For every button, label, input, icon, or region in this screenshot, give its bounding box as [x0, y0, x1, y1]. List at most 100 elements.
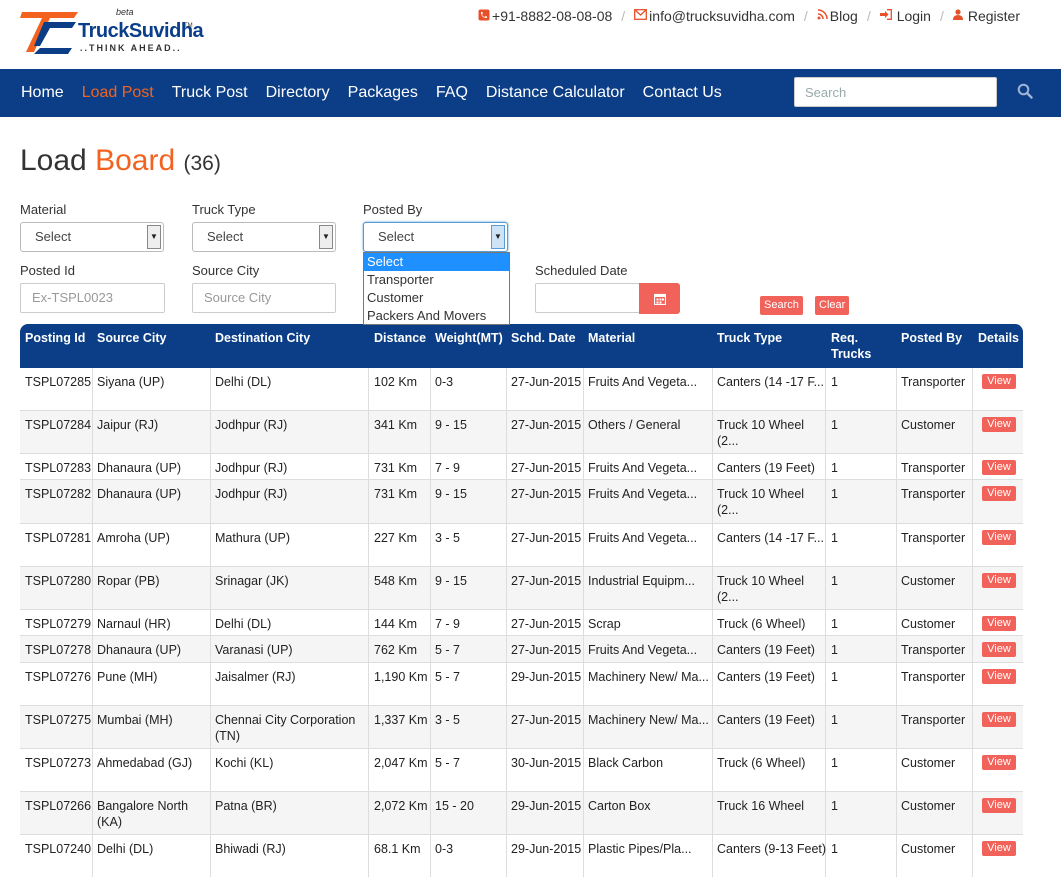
cell-posted-by: Customer — [901, 842, 956, 856]
cell-posting-id[interactable]: TSPL07280 — [25, 573, 93, 589]
cell-destination-city: Bhiwadi (RJ) — [215, 842, 286, 856]
column-divider — [430, 610, 431, 635]
scheduled-date-input[interactable] — [535, 283, 640, 313]
column-divider — [583, 610, 584, 635]
cell-posted-by: Customer — [901, 756, 956, 770]
view-button[interactable]: View — [982, 374, 1016, 389]
cell-destination-city: Varanasi (UP) — [215, 643, 293, 657]
source-city-input[interactable]: Source City — [192, 283, 336, 313]
view-button[interactable]: View — [982, 798, 1016, 813]
cell-destination-city: Jodhpur (RJ) — [215, 418, 288, 432]
view-button[interactable]: View — [982, 642, 1016, 657]
cell-posted-by: Transporter — [901, 670, 966, 684]
posted-by-option[interactable]: Packers And Movers — [364, 307, 509, 325]
cell-posting-id[interactable]: TSPL07266 — [25, 798, 93, 814]
cell-posting-id[interactable]: TSPL07275 — [25, 712, 93, 728]
column-divider — [210, 524, 211, 566]
search-input[interactable] — [794, 77, 997, 107]
column-divider — [583, 749, 584, 791]
nav-truck-post[interactable]: Truck Post — [172, 84, 248, 102]
cell-posting-id[interactable]: TSPL07282 — [25, 486, 93, 502]
column-divider — [430, 480, 431, 523]
truck-type-select[interactable]: Select ▼ — [192, 222, 336, 252]
cell-schd-date: 29-Jun-2015 — [511, 842, 582, 856]
result-count: (36) — [183, 152, 221, 175]
nav-contact-us[interactable]: Contact Us — [643, 84, 722, 102]
view-button[interactable]: View — [982, 712, 1016, 727]
cell-posting-id[interactable]: TSPL07276 — [25, 669, 93, 685]
view-button[interactable]: View — [982, 486, 1016, 501]
material-select[interactable]: Select ▼ — [20, 222, 164, 252]
view-button[interactable]: View — [982, 841, 1016, 856]
cell-truck-type: Truck (6 Wheel) — [717, 756, 806, 770]
calendar-button[interactable] — [639, 283, 680, 314]
cell-posting-id[interactable]: TSPL07283 — [25, 460, 93, 476]
column-divider — [368, 663, 369, 705]
cell-material: Fruits And Vegeta... — [588, 643, 698, 657]
user-icon — [952, 9, 963, 23]
nav-faq[interactable]: FAQ — [436, 84, 468, 102]
cell-source-city: Siyana (UP) — [97, 375, 165, 389]
view-button[interactable]: View — [982, 417, 1016, 432]
nav-home[interactable]: Home — [21, 84, 64, 102]
column-divider — [368, 454, 369, 479]
search-button[interactable]: Search — [760, 296, 803, 315]
view-button[interactable]: View — [982, 616, 1016, 631]
view-button[interactable]: View — [982, 530, 1016, 545]
column-divider — [583, 636, 584, 662]
login-link[interactable]: Login — [879, 8, 931, 24]
search-icon[interactable] — [1017, 83, 1033, 99]
logo-mark-icon — [20, 12, 78, 54]
cell-material: Black Carbon — [588, 756, 664, 770]
cell-weight: 3 - 5 — [435, 531, 461, 545]
cell-posted-by: Transporter — [901, 713, 966, 727]
register-link[interactable]: Register — [952, 8, 1020, 24]
view-button[interactable]: View — [982, 573, 1016, 588]
view-button[interactable]: View — [982, 755, 1016, 770]
column-divider — [430, 567, 431, 609]
cell-distance: 731 Km — [374, 487, 418, 501]
nav-packages[interactable]: Packages — [348, 84, 418, 102]
posted-by-select[interactable]: Select ▼ — [363, 222, 508, 252]
cell-destination-city: Patna (BR) — [215, 799, 277, 813]
column-divider — [368, 636, 369, 662]
material-label: Material — [20, 202, 67, 217]
cell-posting-id[interactable]: TSPL07281 — [25, 530, 93, 546]
cell-posted-by: Transporter — [901, 487, 966, 501]
cell-posting-id[interactable]: TSPL07273 — [25, 755, 93, 771]
nav-directory[interactable]: Directory — [266, 84, 330, 102]
cell-posting-id[interactable]: TSPL07284 — [25, 417, 93, 433]
cell-posting-id[interactable]: TSPL07278 — [25, 642, 93, 658]
cell-posting-id[interactable]: TSPL07285 — [25, 374, 93, 390]
posted-id-input[interactable]: Ex-TSPL0023 — [20, 283, 165, 313]
clear-button[interactable]: Clear — [815, 296, 850, 315]
column-divider — [368, 411, 369, 453]
cell-truck-type: Canters (19 Feet) — [717, 643, 815, 657]
cell-posting-id[interactable]: TSPL07240 — [25, 841, 93, 857]
nav-load-post[interactable]: Load Post — [82, 84, 154, 102]
cell-schd-date: 27-Jun-2015 — [511, 617, 582, 631]
cell-material: Fruits And Vegeta... — [588, 531, 698, 545]
logo[interactable]: beta TruckSuvidha TM ..THINK AHEAD.. — [20, 7, 204, 60]
posted-by-option[interactable]: Customer — [364, 289, 509, 307]
column-divider — [210, 749, 211, 791]
cell-destination-city: Jaisalmer (RJ) — [215, 670, 296, 684]
blog-link[interactable]: Blog — [817, 8, 858, 24]
table-row: TSPL07276 Pune (MH) Jaisalmer (RJ) 1,190 Km… — [20, 663, 1023, 706]
column-divider — [896, 835, 897, 877]
cell-posting-id[interactable]: TSPL07279 — [25, 616, 93, 632]
cell-weight: 15 - 20 — [435, 799, 474, 813]
posted-id-label: Posted Id — [20, 263, 75, 278]
view-button[interactable]: View — [982, 669, 1016, 684]
phone-link[interactable]: +91-8882-08-08-08 — [478, 8, 612, 24]
header-distance: Distance — [374, 331, 427, 345]
posted-by-option[interactable]: Select — [364, 253, 509, 271]
nav-distance-calculator[interactable]: Distance Calculator — [486, 84, 625, 102]
table-header: Posting Id Source City Destination City Dis… — [20, 324, 1023, 368]
header-details: Details — [978, 331, 1019, 345]
column-divider — [896, 524, 897, 566]
view-button[interactable]: View — [982, 460, 1016, 475]
cell-req-trucks: 1 — [831, 713, 838, 727]
email-link[interactable]: info@trucksuvidha.com — [634, 8, 795, 24]
posted-by-option[interactable]: Transporter — [364, 271, 509, 289]
